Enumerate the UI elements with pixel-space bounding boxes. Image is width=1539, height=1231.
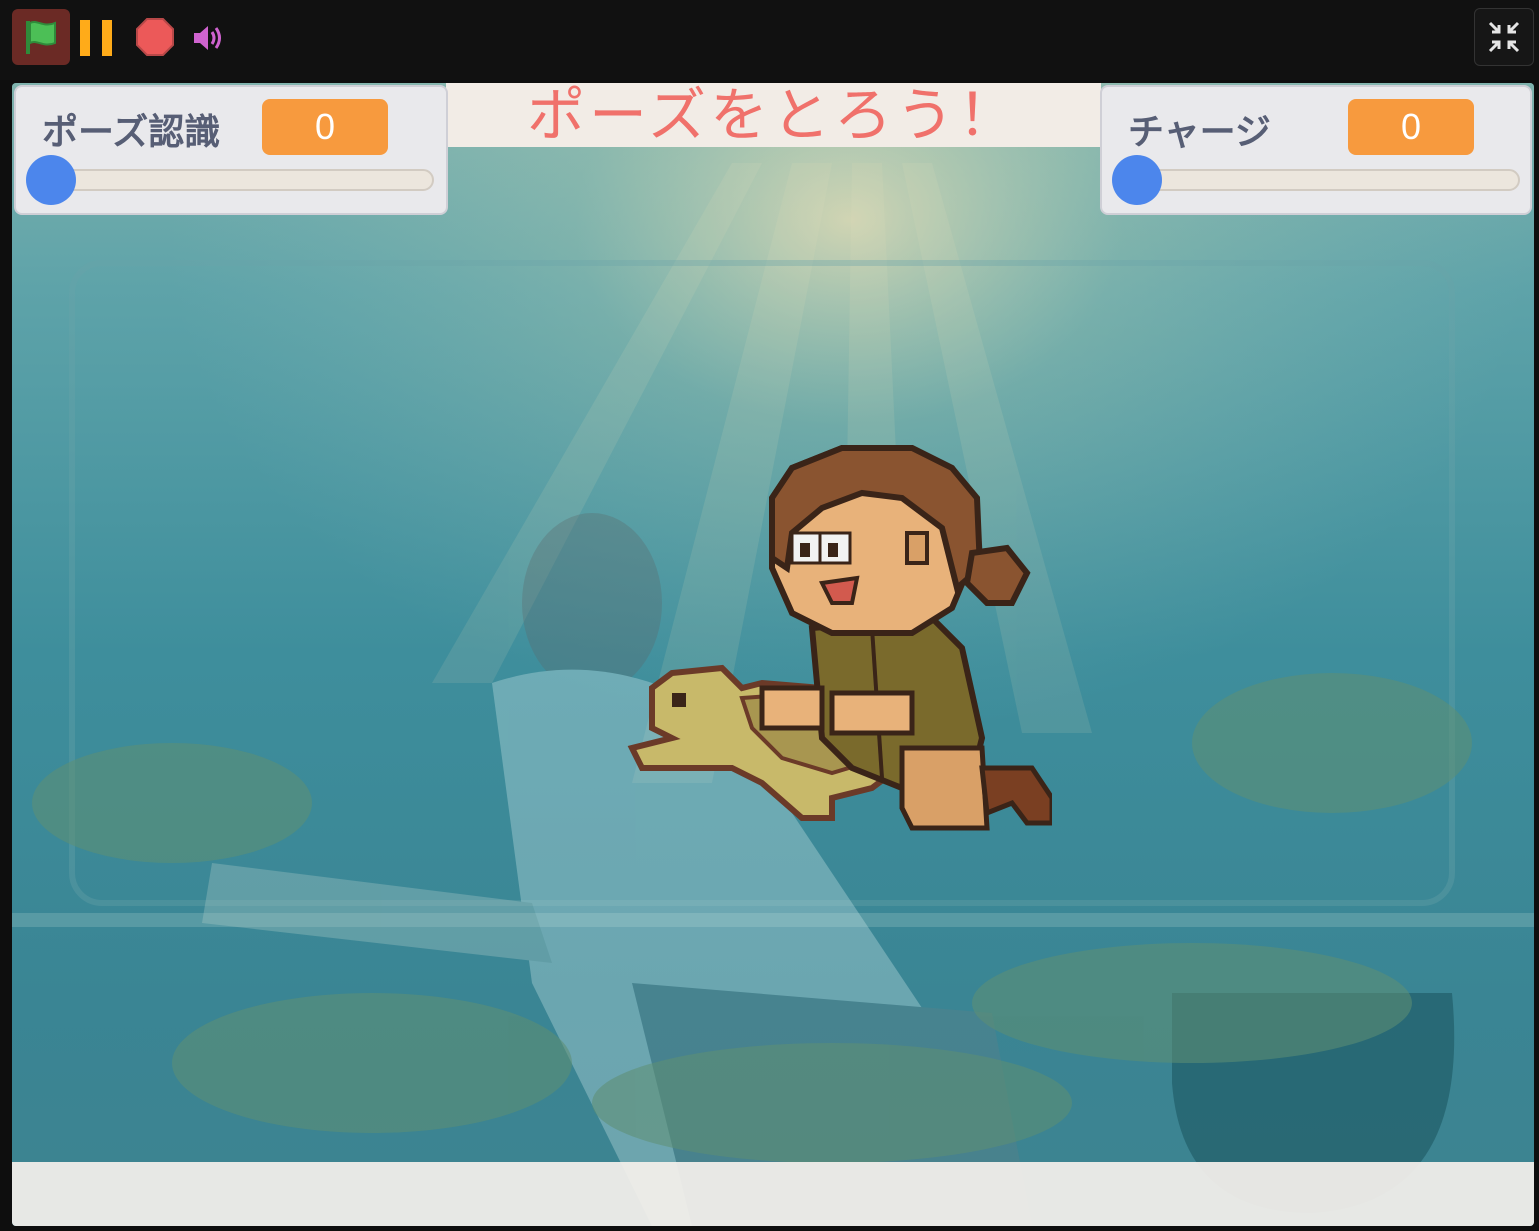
sound-icon xyxy=(194,26,221,50)
slider-track[interactable] xyxy=(1130,169,1520,191)
green-flag-icon xyxy=(26,21,56,54)
green-flag-button[interactable] xyxy=(12,9,70,65)
pause-button[interactable] xyxy=(78,18,118,58)
slider-track[interactable] xyxy=(44,169,434,191)
monitor-label: ポーズ認識 xyxy=(42,112,221,153)
monitor-label: チャージ xyxy=(1128,112,1271,153)
monitor-value: 0 xyxy=(1348,99,1474,155)
variable-monitor-charge[interactable]: チャージ 0 xyxy=(1100,85,1532,215)
variable-monitor-pose[interactable]: ポーズ認識 0 xyxy=(14,85,448,215)
stage-toolbar xyxy=(0,0,1539,80)
sound-button[interactable] xyxy=(188,18,228,58)
fullscreen-exit-button[interactable] xyxy=(1474,8,1534,66)
pause-icon xyxy=(80,20,112,56)
stage-title: ポーズをとろう！ xyxy=(526,83,1021,149)
stop-button[interactable] xyxy=(134,16,176,58)
stop-icon xyxy=(136,18,174,56)
monitor-value: 0 xyxy=(262,99,388,155)
stage-bottom-bar xyxy=(12,1162,1534,1226)
stage[interactable]: ポーズをとろう！ ポーズ認識 0 チャージ 0 xyxy=(12,83,1534,1226)
fullscreen-exit-icon xyxy=(1488,21,1520,53)
slider-knob[interactable] xyxy=(26,155,76,205)
character-turtle-sprite[interactable] xyxy=(612,438,1052,898)
slider-knob[interactable] xyxy=(1112,155,1162,205)
